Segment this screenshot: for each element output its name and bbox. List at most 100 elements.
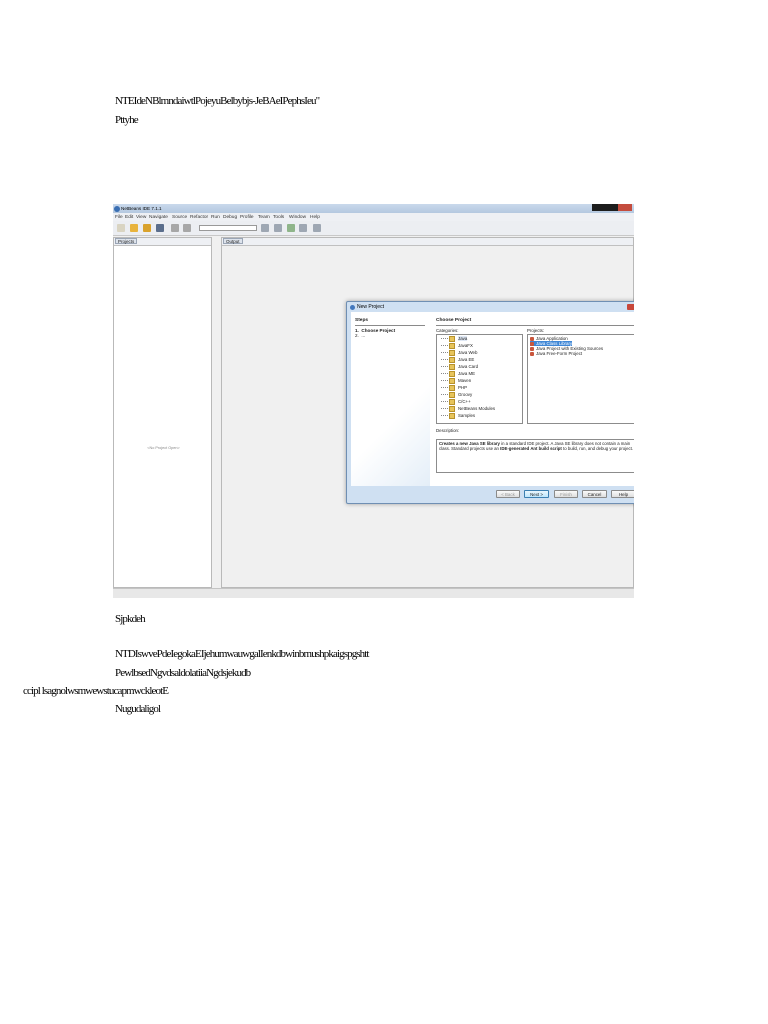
java-cup-icon <box>530 351 534 356</box>
projects-label: Projects: <box>527 328 545 333</box>
menu-profile[interactable]: Profile <box>240 215 254 220</box>
next-button[interactable]: Next > <box>524 490 549 498</box>
finish-button[interactable]: Finish <box>554 490 578 498</box>
debug-icon[interactable] <box>299 224 307 232</box>
folder-icon <box>449 343 455 349</box>
step-1-label: Choose Project <box>361 328 396 333</box>
projects-list[interactable]: Java Application Java Class Library Java… <box>527 334 634 424</box>
undo-icon[interactable] <box>171 224 179 232</box>
dialog-title: New Project <box>357 304 384 310</box>
folder-icon <box>449 385 455 391</box>
help-button[interactable]: Help <box>611 490 634 498</box>
category-cpp-label: C/C++ <box>458 399 471 404</box>
category-java-label: Java <box>458 336 468 341</box>
categories-tree[interactable]: Java JavaFX Java Web Java EE Java Card J… <box>436 334 523 424</box>
category-cpp[interactable]: C/C++ <box>441 399 471 405</box>
folder-icon <box>449 413 455 419</box>
menu-file[interactable]: File <box>115 215 123 220</box>
projects-panel: Projects <No Project Open> <box>113 237 212 588</box>
menu-debug[interactable]: Debug <box>223 215 237 220</box>
project-java-free-form-label: Java Free-Form Project <box>536 351 583 356</box>
doc-line-2: Pttyhe <box>115 114 139 126</box>
menu-window[interactable]: Window <box>289 215 306 220</box>
folder-icon <box>449 392 455 398</box>
category-java-ee[interactable]: Java EE <box>441 357 474 363</box>
build-icon[interactable] <box>261 224 269 232</box>
menu-help[interactable]: Help <box>310 215 320 220</box>
close-icon[interactable] <box>618 204 632 211</box>
category-java-me-label: Java ME <box>458 371 476 376</box>
dialog-body: Steps 1. Choose Project 2. ... Choose Pr… <box>351 312 634 486</box>
step-2-label: ... <box>361 333 366 338</box>
category-netbeans-modules-label: NetBeans Modules <box>458 406 496 411</box>
menu-refactor[interactable]: Refactor <box>190 215 208 220</box>
category-java-ee-label: Java EE <box>458 357 475 362</box>
category-samples-label: Samples <box>458 413 476 418</box>
run-icon[interactable] <box>287 224 295 232</box>
folder-icon <box>449 378 455 384</box>
menu-navigate[interactable]: Navigate <box>149 215 168 220</box>
profile-icon[interactable] <box>313 224 321 232</box>
toolbar <box>113 221 634 236</box>
ide-title: NetBeans IDE 7.1.1 <box>121 206 162 211</box>
dialog-icon <box>350 304 355 310</box>
doc-line-6: ccipl lsagnolwsmwewstucapmwckleotE <box>23 685 169 697</box>
project-java-free-form[interactable]: Java Free-Form Project <box>530 351 582 356</box>
category-maven-label: Maven <box>458 378 472 383</box>
category-php[interactable]: PHP <box>441 385 467 391</box>
menu-edit[interactable]: Edit <box>125 215 133 220</box>
menu-tools[interactable]: Tools <box>273 215 284 220</box>
clean-build-icon[interactable] <box>274 224 282 232</box>
category-java-me[interactable]: Java ME <box>441 371 475 377</box>
doc-line-4: NTDIswvePdeIegokaEIjehumwauwgalIenkdbwin… <box>115 648 369 660</box>
open-project-icon[interactable] <box>143 224 151 232</box>
menu-bar: File Edit View Navigate Source Refactor … <box>113 213 634 229</box>
netbeans-icon <box>114 205 120 212</box>
menu-source[interactable]: Source <box>172 215 187 220</box>
tab-projects[interactable]: Projects <box>115 238 138 244</box>
doc-line-3: Sjpkdeh <box>115 613 146 625</box>
cancel-button[interactable]: Cancel <box>582 490 607 498</box>
back-button[interactable]: < Back <box>496 490 520 498</box>
description-part-4: to build, run, and debug your project. <box>561 446 634 452</box>
status-bar <box>113 588 634 598</box>
category-java-card-label: Java Card <box>458 364 479 369</box>
category-groovy[interactable]: Groovy <box>441 392 472 398</box>
category-java[interactable]: Java <box>441 336 468 342</box>
dialog-close-icon[interactable]: × <box>627 303 634 310</box>
doc-line-7: Nugudaligol <box>115 703 161 715</box>
tab-output[interactable]: Output <box>223 238 243 244</box>
category-javafx[interactable]: JavaFX <box>441 343 473 349</box>
menu-run[interactable]: Run <box>211 215 220 220</box>
ide-titlebar: NetBeans IDE 7.1.1 <box>113 204 634 213</box>
choose-project-heading: Choose Project <box>436 318 472 323</box>
folder-icon <box>449 406 455 412</box>
editor-area: Output New Project × Steps 1. Choose Pro… <box>221 237 634 588</box>
description-box: Creates a new Java SE library in a stand… <box>436 439 634 473</box>
doc-line-1: NTEIdeNBlmndaiwtlPojeyuBelbybjs-JeBAeIPe… <box>115 95 320 107</box>
category-maven[interactable]: Maven <box>441 378 471 384</box>
no-project-label: <No Project Open> <box>147 446 180 450</box>
step-2-num: 2. <box>355 333 359 338</box>
category-java-card[interactable]: Java Card <box>441 364 478 370</box>
category-samples[interactable]: Samples <box>441 413 475 419</box>
new-file-icon[interactable] <box>117 224 125 232</box>
new-project-icon[interactable] <box>130 224 138 232</box>
category-netbeans-modules[interactable]: NetBeans Modules <box>441 406 495 412</box>
folder-icon <box>449 350 455 356</box>
config-select[interactable] <box>199 225 257 231</box>
output-panel-header <box>222 238 633 246</box>
folder-icon <box>449 371 455 377</box>
categories-label: Categories: <box>436 328 459 333</box>
menu-view[interactable]: View <box>136 215 146 220</box>
window-controls[interactable] <box>592 204 632 211</box>
steps-heading: Steps <box>355 318 369 323</box>
folder-icon <box>449 357 455 363</box>
category-groovy-label: Groovy <box>458 392 473 397</box>
category-java-web[interactable]: Java Web <box>441 350 477 356</box>
description-label: Description: <box>436 428 460 433</box>
save-all-icon[interactable] <box>156 224 164 232</box>
menu-team[interactable]: Team <box>258 215 270 220</box>
category-php-label: PHP <box>458 385 468 390</box>
redo-icon[interactable] <box>183 224 191 232</box>
